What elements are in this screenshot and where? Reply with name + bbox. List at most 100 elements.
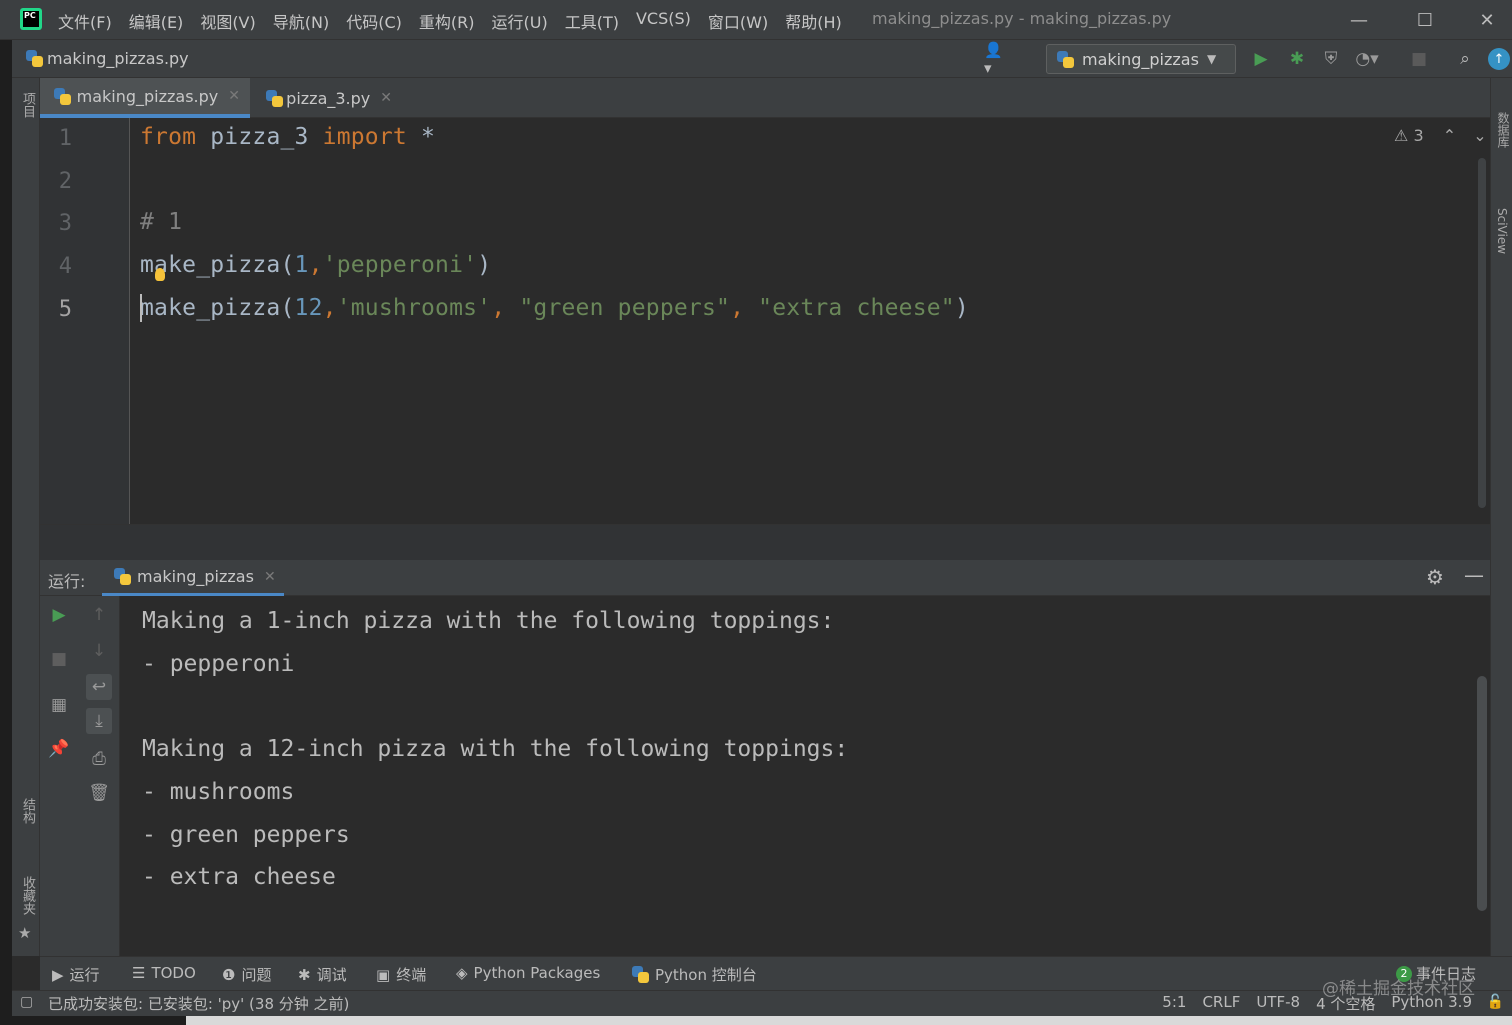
run-panel-header: 运行: making_pizzas ✕ ⚙ — — [40, 560, 1490, 596]
line-number: 1 — [58, 126, 72, 151]
line-number-gutter: 1 2 3 4 5 — [40, 118, 130, 524]
bottom-tab-todo[interactable]: ☰ TODO — [132, 964, 196, 982]
run-configuration-label: making_pizzas — [1082, 49, 1199, 69]
paren: ) — [954, 295, 969, 321]
chevron-up-icon[interactable]: ⌃ — [1443, 126, 1456, 145]
account-icon[interactable]: 👤▾ — [984, 41, 1006, 77]
code-line-5: make_pizza(12,'mushrooms', "green pepper… — [140, 295, 969, 321]
stop-icon[interactable]: ■ — [46, 646, 72, 672]
menu-window[interactable]: 窗口(W) — [708, 9, 768, 32]
bottom-tab-run[interactable]: ▶ 运行 — [52, 964, 100, 985]
inspection-widget[interactable]: ⚠ 3 ⌃ ⌄ — [1394, 126, 1487, 145]
taskbar-edge — [0, 1016, 1512, 1025]
scroll-to-end-icon[interactable]: ⤓ — [86, 708, 112, 734]
run-icon[interactable]: ▶ — [1250, 48, 1272, 70]
toggle-tool-windows-icon[interactable]: ▢ — [20, 994, 33, 1010]
pin-icon[interactable]: 📌 — [46, 736, 72, 762]
console-scrollbar[interactable] — [1477, 676, 1487, 911]
code-line-1: from pizza_3 import * — [140, 124, 435, 150]
bottom-tab-problems[interactable]: ❶ 问题 — [222, 964, 271, 985]
search-icon[interactable]: ⌕ — [1454, 48, 1476, 70]
menu-code[interactable]: 代码(C) — [346, 9, 402, 32]
favorites-tool-tab[interactable]: 收藏夹 — [18, 876, 37, 915]
lock-icon[interactable]: 🔓 — [1487, 994, 1504, 1010]
menu-view[interactable]: 视图(V) — [200, 9, 255, 32]
menu-file[interactable]: 文件(F) — [58, 9, 112, 32]
python-file-icon — [26, 50, 43, 67]
python-icon — [114, 568, 131, 585]
bottom-tab-label: 调试 — [316, 966, 347, 984]
tab-pizza-3[interactable]: pizza_3.py ✕ — [252, 78, 402, 118]
python-icon — [1057, 50, 1074, 68]
caret-position[interactable]: 5:1 — [1162, 993, 1186, 1014]
keyword: import — [322, 124, 407, 150]
soft-wrap-icon[interactable]: ↩ — [86, 674, 112, 700]
lightbulb-icon[interactable] — [155, 268, 165, 281]
structure-tool-tab[interactable]: 结构 — [18, 798, 37, 824]
bottom-tab-terminal[interactable]: ▣ 终端 — [376, 964, 426, 985]
editor-scrollbar[interactable] — [1478, 158, 1486, 508]
run-panel-label: 运行: — [48, 572, 86, 591]
pycharm-logo-icon: PC — [20, 8, 42, 30]
bottom-tab-python-packages[interactable]: ◈ Python Packages — [456, 964, 600, 982]
close-tab-icon[interactable]: ✕ — [228, 88, 240, 104]
minimize-button[interactable]: — — [1344, 6, 1374, 34]
menu-tools[interactable]: 工具(T) — [565, 9, 619, 32]
file-encoding[interactable]: UTF-8 — [1256, 993, 1300, 1014]
python-icon — [632, 966, 649, 983]
run-tab-making-pizzas[interactable]: making_pizzas ✕ — [102, 560, 284, 596]
status-message[interactable]: 已成功安装包: 已安装包: 'py' (38 分钟 之前) — [48, 993, 349, 1014]
hide-panel-icon[interactable]: — — [1464, 563, 1484, 587]
number-literal: 12 — [294, 295, 323, 321]
comma: , — [308, 252, 323, 278]
menu-help[interactable]: 帮助(H) — [785, 9, 842, 32]
rerun-icon[interactable]: ▶ — [46, 602, 72, 628]
breadcrumb[interactable]: making_pizzas.py — [26, 49, 189, 68]
up-arrow-icon[interactable]: ↑ — [86, 602, 112, 628]
list-icon: ☰ — [132, 964, 146, 982]
tab-making-pizzas[interactable]: making_pizzas.py ✕ — [40, 78, 250, 118]
chevron-down-icon[interactable]: ⌄ — [1473, 126, 1486, 145]
run-configuration-select[interactable]: making_pizzas ▼ — [1046, 44, 1236, 74]
down-arrow-icon[interactable]: ↓ — [86, 638, 112, 664]
sciview-tool-tab[interactable]: SciView — [1495, 208, 1509, 254]
close-tab-icon[interactable]: ✕ — [264, 569, 276, 585]
bottom-tab-debug[interactable]: ✱ 调试 — [298, 964, 347, 985]
line-separator[interactable]: CRLF — [1202, 993, 1240, 1014]
menu-refactor[interactable]: 重构(R) — [419, 9, 475, 32]
bottom-tab-label: 运行 — [69, 966, 100, 984]
close-button[interactable]: ✕ — [1472, 6, 1502, 34]
trash-icon[interactable]: 🗑 — [86, 780, 112, 806]
menu-vcs[interactable]: VCS(S) — [636, 9, 691, 31]
stop-icon[interactable]: ■ — [1408, 48, 1430, 70]
bottom-tab-python-console[interactable]: Python 控制台 — [632, 964, 757, 985]
gear-icon[interactable]: ⚙ — [1426, 565, 1444, 589]
layout-icon[interactable]: ▦ — [46, 692, 72, 718]
layers-icon: ◈ — [456, 964, 468, 982]
title-bar: PC 文件(F) 编辑(E) 视图(V) 导航(N) 代码(C) 重构(R) 运… — [0, 0, 1512, 40]
close-tab-icon[interactable]: ✕ — [380, 90, 392, 106]
comma: , — [491, 295, 520, 321]
right-tool-window-bar: 数据库 SciView — [1490, 78, 1512, 956]
maximize-button[interactable]: ☐ — [1410, 6, 1440, 34]
tab-label: pizza_3.py — [286, 88, 371, 108]
run-toolbar: ▶ ↑ ■ ↓ ↩ ▦ ⤓ 📌 ⎙ 🗑 — [40, 596, 120, 956]
menu-run[interactable]: 运行(U) — [492, 9, 548, 32]
number-literal: 1 — [294, 252, 309, 278]
print-icon[interactable]: ⎙ — [86, 746, 112, 772]
debug-icon[interactable]: ✱ — [1286, 48, 1308, 70]
console-output[interactable]: Making a 1-inch pizza with the following… — [121, 596, 1490, 956]
code-editor[interactable]: 1 2 3 4 5 from pizza_3 import * # 1 make… — [40, 118, 1490, 524]
coverage-icon[interactable]: ⛨ — [1320, 48, 1342, 70]
menu-edit[interactable]: 编辑(E) — [129, 9, 184, 32]
menu-navigate[interactable]: 导航(N) — [273, 9, 329, 32]
bottom-tab-label: 问题 — [241, 966, 272, 984]
update-icon[interactable]: ↑ — [1488, 48, 1510, 70]
info-icon: ❶ — [222, 965, 236, 984]
output-line: Making a 12-inch pizza with the followin… — [142, 736, 849, 762]
database-tool-tab[interactable]: 数据库 — [1495, 112, 1512, 148]
profile-icon[interactable]: ◔▾ — [1355, 48, 1378, 70]
warning-count: 3 — [1413, 126, 1424, 145]
panel-splitter[interactable] — [40, 524, 1490, 560]
project-tool-tab[interactable]: 项目 — [18, 92, 37, 118]
